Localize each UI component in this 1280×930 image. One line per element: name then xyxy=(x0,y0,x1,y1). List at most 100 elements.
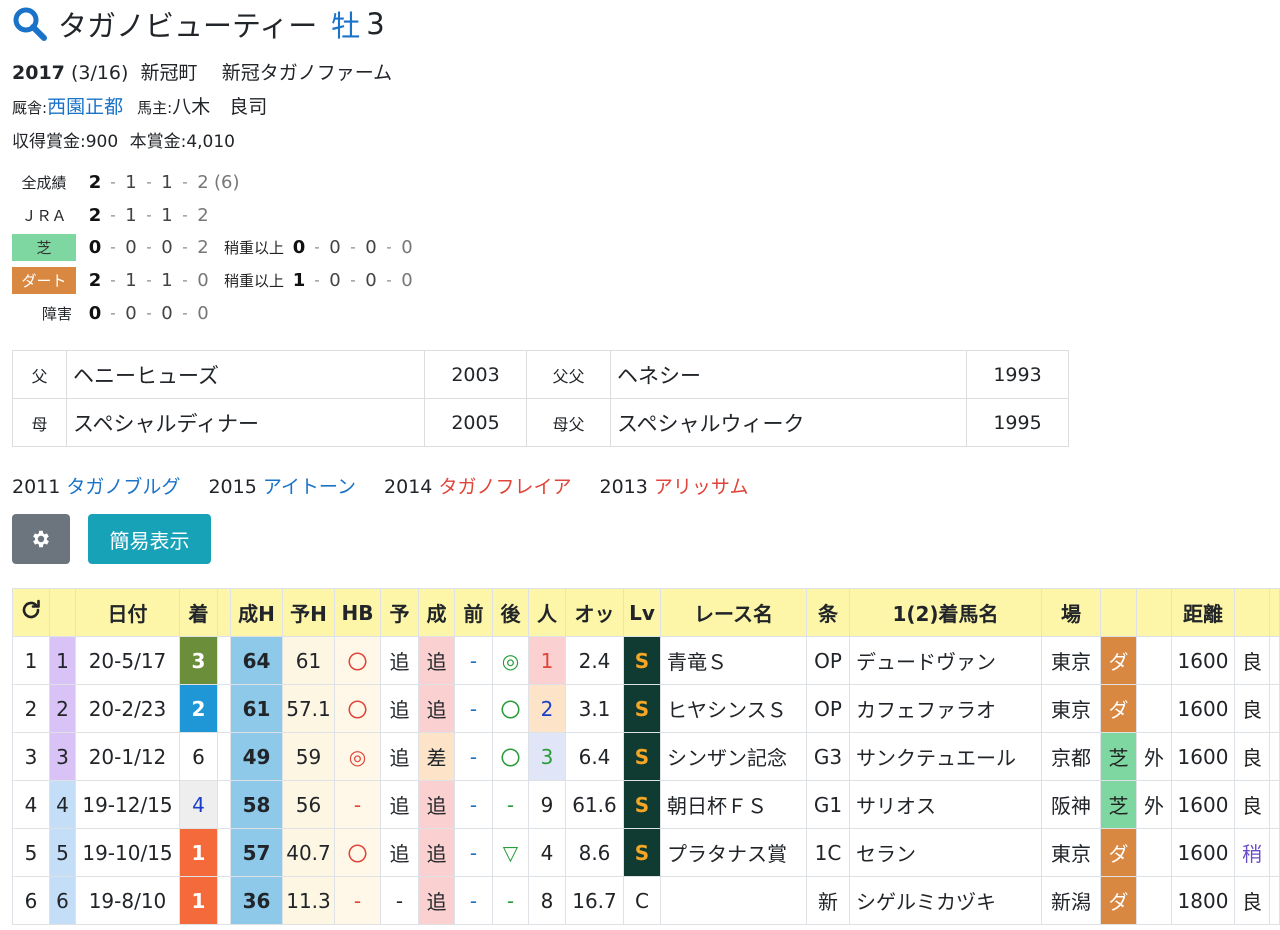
level-badge: C xyxy=(623,876,661,925)
sibling-year: 2011 xyxy=(12,476,61,498)
sibling-year: 2014 xyxy=(384,476,433,498)
predicted-index: 59 xyxy=(282,732,335,781)
course-side: 外 xyxy=(1136,780,1172,829)
table-row[interactable]: 6 6 19-8/10 1 36 11.3- - 追 - -8 16.7 C 新シゲルミカヅキ 新潟ダ 18… xyxy=(12,876,1280,925)
spacer-cell xyxy=(217,876,231,925)
refresh-header[interactable] xyxy=(12,588,50,637)
table-row[interactable]: 3 3 20-1/12 6 49 59 ◎ 追差 - 〇 3 6.4 S シンザン記念 G3 サンクテュエール… xyxy=(12,732,1280,781)
back-mark: 〇 xyxy=(492,732,529,781)
trainer-link[interactable]: 西園正都 xyxy=(47,96,123,118)
pred-style: 追 xyxy=(380,828,419,877)
actual-style: 追 xyxy=(418,780,455,829)
header-place[interactable]: 場 xyxy=(1041,588,1101,637)
heavy-third: 0 xyxy=(365,269,377,291)
actual-style: 追 xyxy=(418,636,455,685)
heavy-second: 0 xyxy=(329,269,341,291)
header-ato[interactable]: 後 xyxy=(492,588,529,637)
header-odds[interactable]: オッ xyxy=(565,588,624,637)
header-mae[interactable]: 前 xyxy=(454,588,493,637)
track-condition: 良 xyxy=(1234,684,1270,733)
header-side xyxy=(1136,588,1172,637)
race-name[interactable] xyxy=(660,876,807,925)
winner-name[interactable]: デュードヴァン xyxy=(849,636,1042,685)
row-index: 3 xyxy=(12,732,50,781)
track-condition: 良 xyxy=(1234,876,1270,925)
row-index: 5 xyxy=(12,828,50,877)
record-total: 全成績 2- 1- 1- 2 (6) xyxy=(12,168,239,196)
race-class: OP xyxy=(806,636,850,685)
back-mark: ◎ xyxy=(492,636,529,685)
record-other: 2 xyxy=(197,171,209,193)
extra-cell xyxy=(1269,684,1280,733)
turf-badge: 芝 xyxy=(12,233,76,261)
sibling-link[interactable]: アイトーン xyxy=(263,476,356,498)
track-condition: 稍 xyxy=(1234,828,1270,877)
odds: 3.1 xyxy=(565,684,624,733)
header-date[interactable]: 日付 xyxy=(75,588,180,637)
simple-view-button[interactable]: 簡易表示 xyxy=(88,514,211,564)
race-name[interactable]: 朝日杯ＦＳ xyxy=(660,780,807,829)
header-pop[interactable]: 人 xyxy=(528,588,566,637)
header-hb[interactable]: HB xyxy=(334,588,381,637)
surface-badge: 芝 xyxy=(1100,732,1137,781)
siblings-list: 2011 タガノブルグ 2015 アイトーン 2014 タガノフレイア 2013… xyxy=(12,472,749,499)
prize-info: 収得賞金:900 本賞金:4,010 xyxy=(12,127,235,152)
winner-name[interactable]: シゲルミカヅキ xyxy=(849,876,1042,925)
spacer-cell xyxy=(217,828,231,877)
header-yh[interactable]: 予H xyxy=(282,588,335,637)
race-name[interactable]: 青竜Ｓ xyxy=(660,636,807,685)
record-label: ＪＲＡ xyxy=(21,206,67,225)
finish-rank: 3 xyxy=(179,636,218,685)
header-rank[interactable]: 着 xyxy=(179,588,218,637)
dam-sire-year: 1995 xyxy=(966,398,1069,447)
birth-date: (3/16) xyxy=(70,62,129,84)
header-class[interactable]: 条 xyxy=(806,588,850,637)
sibling-link[interactable]: タガノフレイア xyxy=(438,476,571,498)
table-row[interactable]: 2 2 20-2/23 2 61 57.1 〇追追 - 〇 2 3.1 S ヒヤシンスＳ OP カフェファラ… xyxy=(12,684,1280,733)
header-sh[interactable]: 成H xyxy=(230,588,283,637)
extra-cell xyxy=(1269,732,1280,781)
level-badge: S xyxy=(623,828,661,877)
header-dist[interactable]: 距離 xyxy=(1171,588,1235,637)
record-label: 障害 xyxy=(41,304,72,323)
popularity: 2 xyxy=(528,684,566,733)
speed-index: 49 xyxy=(230,732,283,781)
sibling-link[interactable]: タガノブルグ xyxy=(66,476,180,498)
table-row[interactable]: 4 4 19-12/15 4 58 56- 追追 - -9 61.6 S 朝日杯ＦＳ G1 サリオス 阪神芝… xyxy=(12,780,1280,829)
finish-rank: 1 xyxy=(179,828,218,877)
winner-name[interactable]: サンクテュエール xyxy=(849,732,1042,781)
actual-style: 追 xyxy=(418,684,455,733)
settings-button[interactable] xyxy=(12,514,70,564)
race-date: 20-2/23 xyxy=(75,684,180,733)
record-second: 0 xyxy=(125,302,137,324)
actual-style: 差 xyxy=(418,732,455,781)
header-race[interactable]: レース名 xyxy=(660,588,807,637)
dam-name: スペシャルディナー xyxy=(66,398,425,447)
finish-rank: 6 xyxy=(179,732,218,781)
race-name[interactable]: プラタナス賞 xyxy=(660,828,807,877)
race-name[interactable]: ヒヤシンスＳ xyxy=(660,684,807,733)
header-sei[interactable]: 成 xyxy=(418,588,455,637)
surface-badge: ダ xyxy=(1100,636,1137,685)
sibling-link[interactable]: アリッサム xyxy=(654,476,749,498)
header-lv[interactable]: Lv xyxy=(623,588,661,637)
back-mark: - xyxy=(492,780,529,829)
race-place: 東京 xyxy=(1041,684,1101,733)
table-row[interactable]: 1 1 20-5/17 3 64 61 〇追追 - ◎ 1 2.4 S 青竜Ｓ OP デュードヴァン 東京ダ 1… xyxy=(12,636,1280,685)
predicted-index: 56 xyxy=(282,780,335,829)
extra-cell xyxy=(1269,828,1280,877)
search-icon[interactable] xyxy=(12,6,48,42)
race-name[interactable]: シンザン記念 xyxy=(660,732,807,781)
heavy-other: 0 xyxy=(401,236,413,258)
table-row[interactable]: 5 5 19-10/15 1 57 40.7 〇追追 - ▽ 4 8.6 S プラタナス賞 1C セラン 東京… xyxy=(12,828,1280,877)
gear-icon xyxy=(33,530,49,548)
winner-name[interactable]: サリオス xyxy=(849,780,1042,829)
winner-name[interactable]: カフェファラオ xyxy=(849,684,1042,733)
header-winner[interactable]: 1(2)着馬名 xyxy=(849,588,1042,637)
predicted-index: 40.7 xyxy=(282,828,335,877)
back-mark: - xyxy=(492,876,529,925)
horse-number: 3 xyxy=(49,732,76,781)
header-yo[interactable]: 予 xyxy=(380,588,419,637)
race-place: 阪神 xyxy=(1041,780,1101,829)
winner-name[interactable]: セラン xyxy=(849,828,1042,877)
